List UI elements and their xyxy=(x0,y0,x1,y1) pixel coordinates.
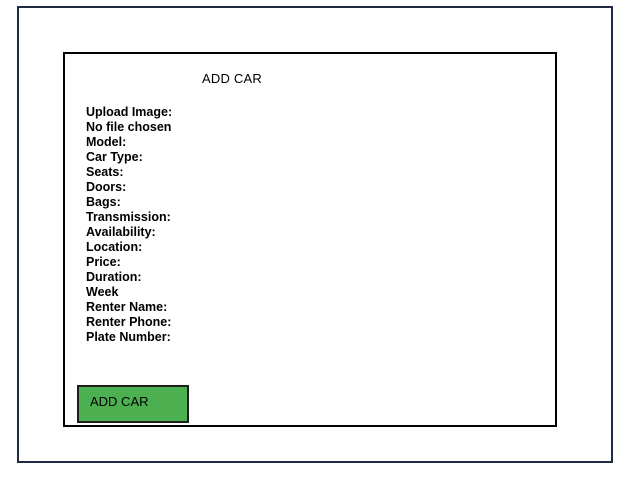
form-title: ADD CAR xyxy=(202,71,262,86)
availability-label: Availability: xyxy=(86,225,156,239)
upload-image-label: Upload Image: xyxy=(86,105,173,119)
renter-name-label: Renter Name: xyxy=(86,300,168,314)
add-car-button[interactable]: ADD CAR xyxy=(77,385,189,423)
duration-label: Duration: xyxy=(86,270,142,284)
bags-label: Bags: xyxy=(86,195,121,209)
model-label: Model: xyxy=(86,135,127,149)
transmission-label: Transmission: xyxy=(86,210,171,224)
add-car-form: ADD CAR Upload Image: No file chosen Mod… xyxy=(63,52,557,427)
doors-label: Doors: xyxy=(86,180,127,194)
car-type-label: Car Type: xyxy=(86,150,143,164)
price-label: Price: xyxy=(86,255,121,269)
file-chosen-status: No file chosen xyxy=(86,120,172,134)
seats-label: Seats: xyxy=(86,165,124,179)
location-label: Location: xyxy=(86,240,143,254)
field-list: Upload Image: No file chosen Model: Car … xyxy=(86,105,172,345)
plate-number-label: Plate Number: xyxy=(86,330,171,344)
duration-value: Week xyxy=(86,285,119,299)
renter-phone-label: Renter Phone: xyxy=(86,315,172,329)
